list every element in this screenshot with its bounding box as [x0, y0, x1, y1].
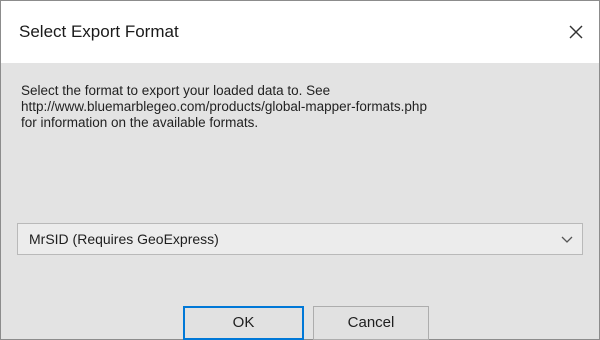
close-button[interactable]: [559, 15, 593, 49]
dialog-body: Select the format to export your loaded …: [1, 63, 599, 340]
export-format-dropdown[interactable]: MrSID (Requires GeoExpress): [17, 223, 583, 255]
description-line-url: http://www.bluemarblegeo.com/products/gl…: [21, 99, 427, 114]
selected-format: MrSID (Requires GeoExpress): [29, 231, 219, 247]
close-icon: [569, 25, 583, 39]
title-bar: Select Export Format: [1, 1, 599, 63]
chevron-down-icon: [561, 236, 573, 243]
ok-button[interactable]: OK: [183, 306, 304, 340]
cancel-button[interactable]: Cancel: [313, 306, 429, 340]
dialog-title: Select Export Format: [19, 22, 179, 41]
description-line: Select the format to export your loaded …: [21, 83, 331, 98]
export-format-dialog: Select Export Format Select the format t…: [0, 0, 600, 340]
description-line: for information on the available formats…: [21, 115, 259, 130]
description-text: Select the format to export your loaded …: [21, 83, 581, 131]
